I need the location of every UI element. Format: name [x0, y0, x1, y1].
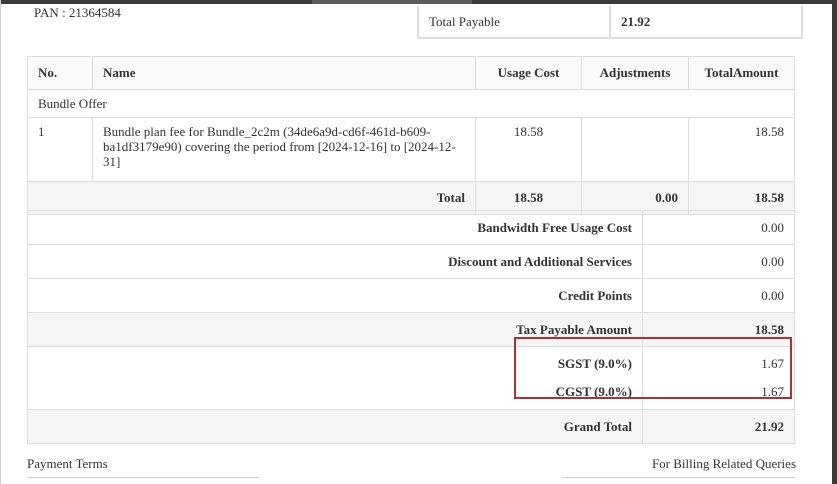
tax-highlight-box: [514, 337, 792, 399]
row-usage-cost: 18.58: [475, 117, 582, 182]
row-total-amount: 18.58: [688, 117, 795, 182]
pan-number: PAN : 21364584: [34, 5, 121, 20]
credit-value: 0.00: [642, 278, 795, 313]
row-adjustments: [581, 117, 689, 182]
summary-row-bandwidth: Bandwidth Free Usage Cost 0.00: [27, 210, 795, 245]
bandwidth-label: Bandwidth Free Usage Cost: [327, 210, 643, 245]
line-items-table: No. Name Usage Cost Adjustments TotalAmo…: [27, 56, 795, 215]
page-left-edge: [0, 0, 1, 484]
page-right-scrollbar[interactable]: [832, 0, 837, 484]
total-payable-label: Total Payable: [418, 6, 611, 38]
group-title: Bundle Offer: [27, 89, 795, 118]
billing-queries-heading: For Billing Related Queries: [651, 456, 796, 471]
grand-total-value: 21.92: [642, 409, 795, 444]
column-header-usage-cost: Usage Cost: [475, 56, 582, 90]
total-payable-value: 21.92: [621, 13, 651, 29]
total-payable-box: Total Payable 21.92: [417, 6, 803, 39]
summary-table: Bandwidth Free Usage Cost 0.00 Discount …: [27, 210, 795, 444]
payment-terms-rule: [27, 477, 259, 478]
column-header-total-amount: TotalAmount: [688, 56, 795, 90]
column-header-name: Name: [92, 56, 476, 90]
discount-label: Discount and Additional Services: [327, 244, 643, 279]
column-header-no: No.: [27, 56, 93, 90]
billing-queries-rule: [562, 477, 795, 478]
summary-row-discount: Discount and Additional Services 0.00: [27, 244, 795, 279]
table-row: 1 Bundle plan fee for Bundle_2c2m (34de6…: [27, 117, 795, 182]
table-header-row: No. Name Usage Cost Adjustments TotalAmo…: [27, 56, 795, 90]
credit-label: Credit Points: [327, 278, 643, 313]
column-header-adjustments: Adjustments: [581, 56, 689, 90]
row-name: Bundle plan fee for Bundle_2c2m (34de6a9…: [92, 117, 476, 182]
group-row: Bundle Offer: [27, 89, 795, 118]
grand-total-label: Grand Total: [327, 409, 643, 444]
summary-row-grand-total: Grand Total 21.92: [27, 409, 795, 444]
payment-terms-heading: Payment Terms: [27, 456, 108, 471]
bandwidth-value: 0.00: [642, 210, 795, 245]
summary-row-credit: Credit Points 0.00: [27, 278, 795, 313]
row-no: 1: [27, 117, 93, 182]
window-top-bar-tab: [312, 0, 472, 4]
discount-value: 0.00: [642, 244, 795, 279]
